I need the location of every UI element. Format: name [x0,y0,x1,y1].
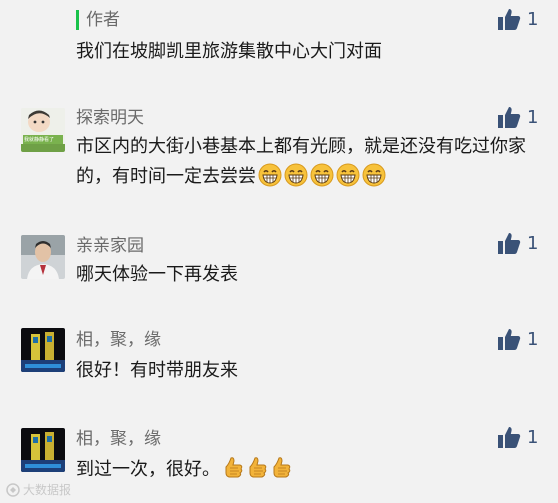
avatar[interactable] [21,328,65,372]
comment-author-name: 相，聚，缘 [76,330,161,350]
thumbs-up-emoji [225,457,243,478]
avatar[interactable] [21,235,65,279]
watermark: 大数据报 [6,481,71,498]
comment-item: 相，聚，缘 很好！有时带朋友来 1 [0,320,558,410]
comment-item: 作者 我们在坡脚凯里旅游集散中心大门对面 1 [0,0,558,80]
author-indicator [76,10,79,30]
avatar[interactable]: 我就静静看了 [21,108,65,152]
like-button[interactable]: 1 [497,8,538,30]
like-button[interactable]: 1 [497,426,538,448]
like-count: 1 [527,232,539,254]
comment-author-name: 亲亲家园 [76,236,144,256]
comment-item: 相，聚，缘 到过一次，很好。 1 [0,418,558,503]
grin-emoji [336,163,360,187]
comment-item: 亲亲家园 哪天体验一下再发表 1 [0,225,558,305]
comment-author-name: 相，聚，缘 [76,429,161,449]
like-button[interactable]: 1 [497,232,538,254]
watermark-text: 大数据报 [23,483,72,497]
avatar[interactable] [21,428,65,472]
comment-author-name: 作者 [86,10,120,30]
comment-text: 很好！有时带朋友来 [76,360,238,381]
like-count: 1 [527,328,539,350]
thumbs-up-icon [498,233,521,254]
comment-text-content: 到过一次，很好。 [76,459,220,480]
thumbs-up-icon [498,9,521,30]
thumbs-up-icon [498,107,521,128]
like-count: 1 [527,8,539,30]
like-count: 1 [527,426,539,448]
thumbs-up-icon [498,329,521,350]
comment-text: 到过一次，很好。 [76,455,536,485]
thumbs-up-emoji [273,457,291,478]
like-count: 1 [527,106,539,128]
like-button[interactable]: 1 [497,328,538,350]
comment-text: 我们在坡脚凯里旅游集散中心大门对面 [76,41,382,62]
watermark-logo-icon [6,482,20,497]
comment-author-name: 探索明天 [76,108,144,128]
grin-emoji [284,163,308,187]
thumbs-up-icon [498,427,521,448]
comment-item: 我就静静看了 探索明天 市区内的大街小巷基本上都有光顾，就是还没有吃过你家的，有… [0,100,558,210]
avatar-caption: 我就静静看了 [24,137,55,143]
grin-emoji [310,163,334,187]
comment-text: 市区内的大街小巷基本上都有光顾，就是还没有吃过你家的，有时间一定去尝尝 [76,132,536,192]
comment-text: 哪天体验一下再发表 [76,264,238,285]
grin-emoji [362,163,386,187]
like-button[interactable]: 1 [497,106,538,128]
thumbs-up-emoji [249,457,267,478]
grin-emoji [258,163,282,187]
